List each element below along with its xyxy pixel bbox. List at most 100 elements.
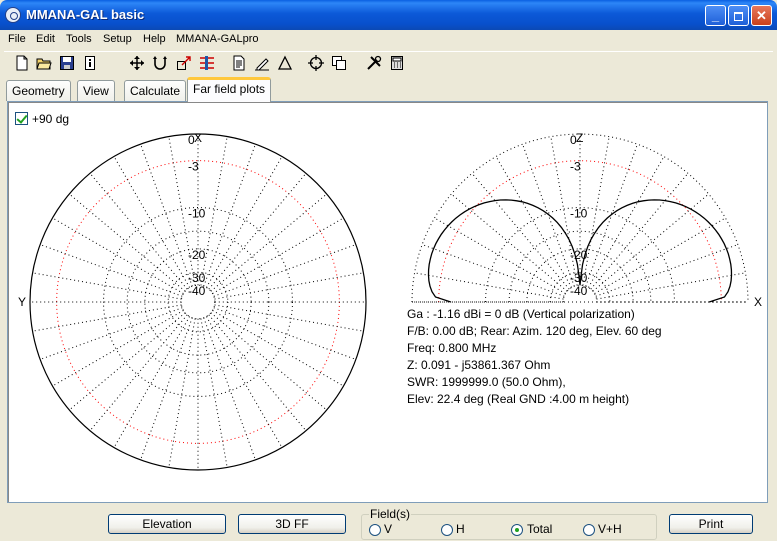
az-spoke xyxy=(208,314,307,432)
az-spoke xyxy=(140,143,193,287)
radio-total-label[interactable]: Total xyxy=(527,522,552,536)
radio-h-label[interactable]: H xyxy=(456,522,465,536)
az-spoke xyxy=(210,193,328,292)
info-front-back: F/B: 0.00 dB; Rear: Azim. 120 deg, Elev.… xyxy=(407,324,662,338)
pattern-plots: XY0-3-10-20-30-40ZX0-3-10-20-30-40 xyxy=(18,131,762,471)
az-spoke xyxy=(68,193,186,292)
tools-icon[interactable] xyxy=(366,55,382,71)
az-ring-label: 0 xyxy=(188,133,195,147)
menu-mmana-galpro[interactable]: MMANA-GALpro xyxy=(176,33,259,45)
menu-file[interactable]: File xyxy=(8,33,26,45)
far-field-plot-panel: X Y 0 -3 -10 -20 -30 -40 Z X 0 -3 -10 -20 -30 -40 +90 d… xyxy=(7,101,768,503)
az-spoke xyxy=(113,156,191,288)
stretch-icon[interactable] xyxy=(176,55,192,71)
az-spoke xyxy=(210,312,328,411)
el-axis-x-label: X xyxy=(754,295,762,309)
az-spoke xyxy=(168,318,196,468)
radio-v-label[interactable]: V xyxy=(384,522,392,536)
menu-edit[interactable]: Edit xyxy=(36,33,55,45)
save-icon[interactable] xyxy=(59,55,75,71)
az-ring-3db xyxy=(56,160,340,444)
el-spoke xyxy=(414,272,564,300)
radio-v[interactable] xyxy=(369,524,381,536)
document-icon[interactable] xyxy=(231,55,247,71)
radio-total[interactable] xyxy=(511,524,523,536)
tab-calculate[interactable]: Calculate xyxy=(124,80,187,101)
maximize-icon xyxy=(734,12,743,22)
3d-ff-button[interactable]: 3D FF xyxy=(238,514,346,534)
info-swr: SWR: 1999999.0 (50.0 Ohm), xyxy=(407,375,566,389)
menu-tools[interactable]: Tools xyxy=(66,33,92,45)
az-spoke xyxy=(39,244,183,297)
az-ring-label: -40 xyxy=(188,284,206,298)
az-spoke xyxy=(89,314,188,432)
el-spoke xyxy=(471,172,570,290)
az-spoke xyxy=(140,317,193,461)
az-ring-label: -10 xyxy=(188,207,206,221)
info-frequency: Freq: 0.800 MHz xyxy=(407,341,497,355)
az-spoke xyxy=(214,272,364,300)
az-spoke xyxy=(205,316,283,448)
wire-edit-icon[interactable] xyxy=(199,55,215,71)
el-spoke xyxy=(595,244,739,297)
checkbox-box[interactable] xyxy=(15,112,28,125)
move-icon[interactable] xyxy=(129,55,145,71)
print-button[interactable]: Print xyxy=(669,514,753,534)
az-spoke xyxy=(208,172,307,290)
el-axis-z-label: Z xyxy=(576,131,583,145)
az-spoke xyxy=(68,312,186,411)
pen-icon[interactable] xyxy=(254,55,270,71)
open-folder-icon[interactable] xyxy=(36,55,52,71)
el-spoke xyxy=(587,156,665,288)
info-gain: Ga : -1.16 dBi = 0 dB (Vertical polariza… xyxy=(407,307,635,321)
az-spoke xyxy=(213,244,357,297)
az-spoke xyxy=(205,156,283,288)
az-ring-label: -3 xyxy=(188,160,199,174)
radio-v-plus-h-label[interactable]: V+H xyxy=(598,522,622,536)
tab-strip: Geometry View Calculate Far field plots xyxy=(4,77,773,102)
az-spoke xyxy=(212,217,344,295)
el-spoke xyxy=(592,193,710,292)
close-button[interactable]: ✕ xyxy=(751,5,772,26)
minimize-button[interactable]: _ xyxy=(705,5,726,26)
tab-far-field-plots[interactable]: Far field plots xyxy=(187,77,272,102)
menu-help[interactable]: Help xyxy=(143,33,166,45)
info-impedance: Z: 0.091 - j53861.367 Ohm xyxy=(407,358,551,372)
rotate-icon[interactable] xyxy=(152,55,168,71)
az-spoke xyxy=(203,143,256,287)
az-spoke xyxy=(32,272,182,300)
copy-icon[interactable] xyxy=(331,55,347,71)
tab-geometry[interactable]: Geometry xyxy=(6,80,71,101)
triangle-icon[interactable] xyxy=(277,55,293,71)
target-icon[interactable] xyxy=(308,55,324,71)
az-ring xyxy=(103,207,293,397)
el-spoke xyxy=(590,172,689,290)
az-axis-x-label: X xyxy=(194,131,202,145)
az-spoke xyxy=(113,316,191,448)
new-file-icon[interactable] xyxy=(14,55,30,71)
radio-h[interactable] xyxy=(441,524,453,536)
az-ring-label: -20 xyxy=(188,248,206,262)
az-spoke xyxy=(213,307,357,360)
minimize-icon: _ xyxy=(711,8,720,23)
window-title: MMANA-GAL basic xyxy=(26,7,145,22)
el-ring-label: -10 xyxy=(570,207,588,221)
az-spoke xyxy=(200,318,228,468)
az-spoke xyxy=(52,309,184,387)
radio-v-plus-h[interactable] xyxy=(583,524,595,536)
close-icon: ✕ xyxy=(756,8,767,23)
calculator-icon[interactable] xyxy=(389,55,405,71)
menu-setup[interactable]: Setup xyxy=(103,33,132,45)
az-spoke xyxy=(52,217,184,295)
elevation-button[interactable]: Elevation xyxy=(108,514,226,534)
el-spoke xyxy=(421,244,565,297)
az-spoke xyxy=(39,307,183,360)
el-spoke xyxy=(495,156,573,288)
az-ring-label: -30 xyxy=(188,271,206,285)
maximize-button[interactable] xyxy=(728,5,749,26)
az-spoke xyxy=(203,317,256,461)
tab-view[interactable]: View xyxy=(77,80,115,101)
el-ring-label: -40 xyxy=(570,284,588,298)
el-ring-label: -3 xyxy=(570,160,581,174)
info-icon[interactable] xyxy=(82,55,98,71)
